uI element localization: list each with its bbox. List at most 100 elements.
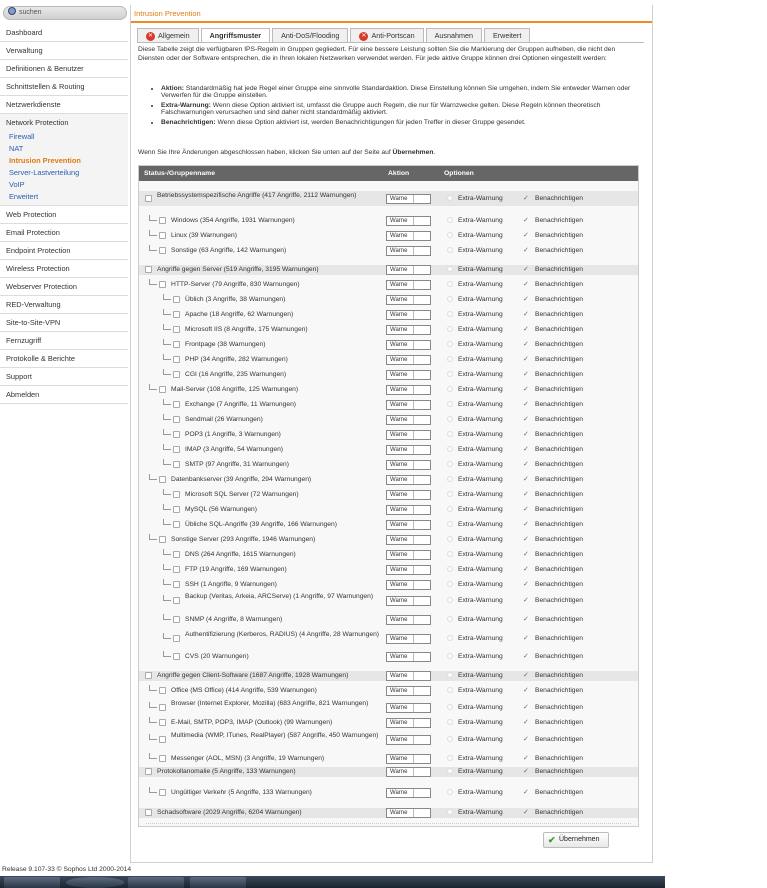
extra-warning-checkbox[interactable] [447,401,453,407]
extra-warning-checkbox[interactable] [447,635,453,641]
tab[interactable]: ✕ Anti-Portscan [350,28,424,42]
extra-warning-checkbox[interactable] [447,768,453,774]
action-select[interactable]: Warne [386,310,431,320]
sidebar-item-9[interactable]: Wireless Protection [0,260,128,278]
action-select[interactable]: Warne [386,550,431,560]
sidebar-item-10[interactable]: Webserver Protection [0,278,128,296]
notify-checkbox[interactable]: ✓ [523,719,530,726]
notify-checkbox[interactable]: ✓ [523,326,530,333]
action-select[interactable]: Warne [386,754,431,764]
status-checkbox[interactable] [159,232,166,239]
action-select[interactable]: Warne [386,246,431,256]
tab[interactable]: Anti-DoS/Flooding [272,28,349,42]
sidebar-item-15[interactable]: Support [0,368,128,386]
notify-checkbox[interactable]: ✓ [523,506,530,513]
action-select[interactable]: Warne [386,767,431,777]
sidebar-item-11[interactable]: RED-Verwaltung [0,296,128,314]
notify-checkbox[interactable]: ✓ [523,461,530,468]
action-select[interactable]: Warne [386,475,431,485]
extra-warning-checkbox[interactable] [447,386,453,392]
action-select[interactable]: Warne [386,703,431,713]
extra-warning-checkbox[interactable] [447,431,453,437]
notify-checkbox[interactable]: ✓ [523,341,530,348]
notify-checkbox[interactable]: ✓ [523,672,530,679]
action-select[interactable]: Warne [386,671,431,681]
search-input[interactable]: suchen [3,6,127,20]
status-checkbox[interactable] [173,326,180,333]
action-select[interactable]: Warne [386,535,431,545]
notify-checkbox[interactable]: ✓ [523,704,530,711]
action-select[interactable]: Warne [386,231,431,241]
extra-warning-checkbox[interactable] [447,672,453,678]
status-checkbox[interactable] [173,311,180,318]
extra-warning-checkbox[interactable] [447,266,453,272]
action-select[interactable]: Warne [386,194,431,204]
status-checkbox[interactable] [173,491,180,498]
action-select[interactable]: Warne [386,634,431,644]
sidebar-item-3[interactable]: Schnittstellen & Routing [0,78,128,96]
action-select[interactable]: Warne [386,355,431,365]
status-checkbox[interactable] [173,461,180,468]
notify-checkbox[interactable]: ✓ [523,266,530,273]
sidebar-subitem[interactable]: Intrusion Prevention [6,155,128,167]
status-checkbox[interactable] [173,653,180,660]
sidebar-subitem[interactable]: Firewall [6,131,128,143]
status-checkbox[interactable] [173,446,180,453]
notify-checkbox[interactable]: ✓ [523,431,530,438]
sidebar-subitem[interactable]: VoIP [6,179,128,191]
extra-warning-checkbox[interactable] [447,461,453,467]
notify-checkbox[interactable]: ✓ [523,581,530,588]
extra-warning-checkbox[interactable] [447,311,453,317]
status-checkbox[interactable] [159,789,166,796]
notify-checkbox[interactable]: ✓ [523,401,530,408]
action-select[interactable]: Warne [386,216,431,226]
tab[interactable]: Erweitert [483,28,531,42]
notify-checkbox[interactable]: ✓ [523,653,530,660]
status-checkbox[interactable] [159,736,166,743]
status-checkbox[interactable] [173,616,180,623]
sidebar-item-2[interactable]: Definitionen & Benutzer [0,60,128,78]
notify-checkbox[interactable]: ✓ [523,446,530,453]
status-checkbox[interactable] [159,476,166,483]
status-checkbox[interactable] [159,217,166,224]
notify-checkbox[interactable]: ✓ [523,296,530,303]
notify-checkbox[interactable]: ✓ [523,311,530,318]
status-checkbox[interactable] [145,266,152,273]
extra-warning-checkbox[interactable] [447,296,453,302]
action-select[interactable]: Warne [386,505,431,515]
extra-warning-checkbox[interactable] [447,371,453,377]
extra-warning-checkbox[interactable] [447,446,453,452]
notify-checkbox[interactable]: ✓ [523,476,530,483]
extra-warning-checkbox[interactable] [447,326,453,332]
notify-checkbox[interactable]: ✓ [523,687,530,694]
status-checkbox[interactable] [159,281,166,288]
notify-checkbox[interactable]: ✓ [523,232,530,239]
apply-button[interactable]: ✔ Übernehmen [543,832,609,848]
notify-checkbox[interactable]: ✓ [523,635,530,642]
extra-warning-checkbox[interactable] [447,809,453,815]
action-select[interactable]: Warne [386,490,431,500]
extra-warning-checkbox[interactable] [447,506,453,512]
status-checkbox[interactable] [173,431,180,438]
extra-warning-checkbox[interactable] [447,566,453,572]
taskbar-button[interactable] [4,877,60,888]
notify-checkbox[interactable]: ✓ [523,491,530,498]
notify-checkbox[interactable]: ✓ [523,789,530,796]
taskbar-button[interactable] [190,877,246,888]
sidebar-item-1[interactable]: Verwaltung [0,42,128,60]
notify-checkbox[interactable]: ✓ [523,536,530,543]
status-checkbox[interactable] [173,635,180,642]
sidebar-item-8[interactable]: Endpoint Protection [0,242,128,260]
action-select[interactable]: Warne [386,596,431,606]
status-checkbox[interactable] [173,371,180,378]
extra-warning-checkbox[interactable] [447,341,453,347]
notify-checkbox[interactable]: ✓ [523,247,530,254]
extra-warning-checkbox[interactable] [447,736,453,742]
extra-warning-checkbox[interactable] [447,232,453,238]
sidebar-item-4[interactable]: Netzwerkdienste [0,96,128,114]
status-checkbox[interactable] [173,521,180,528]
notify-checkbox[interactable]: ✓ [523,616,530,623]
action-select[interactable]: Warne [386,565,431,575]
notify-checkbox[interactable]: ✓ [523,597,530,604]
status-checkbox[interactable] [173,356,180,363]
